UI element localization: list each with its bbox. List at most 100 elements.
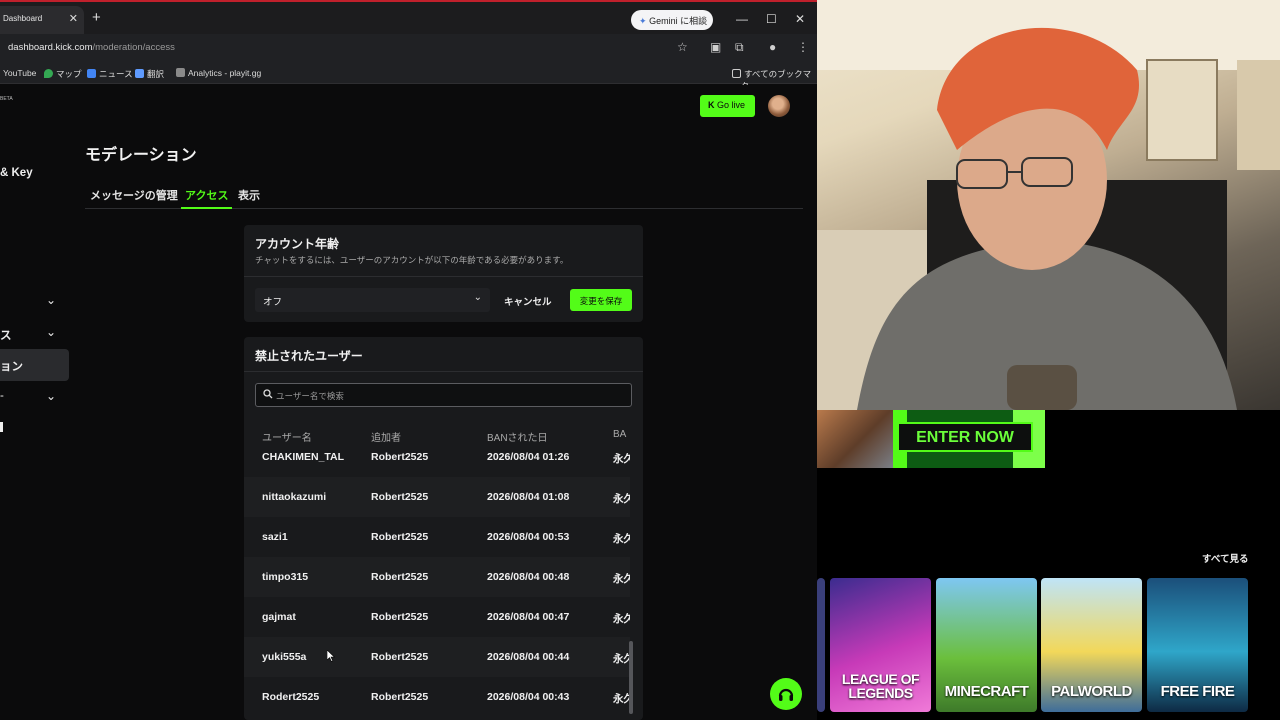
table-row[interactable]: Rodert2525 Robert2525 2026/08/04 00:43 永… bbox=[244, 677, 630, 714]
game-card-minecraft[interactable]: MINECRAFT bbox=[936, 578, 1037, 712]
minimize-icon[interactable]: — bbox=[736, 12, 748, 26]
game-title: PALWORLD bbox=[1051, 683, 1132, 700]
sidebar-item-access-group[interactable]: ス bbox=[0, 327, 12, 343]
streamer-image bbox=[817, 0, 1280, 410]
bookmark-analytics[interactable]: Analytics - playit.gg bbox=[176, 68, 261, 78]
column-header-username[interactable]: ユーザー名 bbox=[262, 429, 312, 444]
active-tab-indicator bbox=[181, 207, 232, 209]
dashboard-page: BETA & Key ⌄ ス ⌄ ョン - ⌄ K Go live モデレーショ… bbox=[0, 85, 817, 720]
url-text[interactable]: dashboard.kick.com/moderation/access bbox=[8, 42, 175, 53]
kick-icon: K bbox=[708, 100, 715, 110]
game-card-league-of-legends[interactable]: LEAGUE OF LEGENDS bbox=[830, 578, 931, 712]
browser-tab[interactable]: Dashboard ✕ bbox=[0, 6, 84, 34]
cell-date: 2026/08/04 01:26 bbox=[487, 451, 570, 463]
cell-duration: 永久 bbox=[613, 453, 630, 465]
cell-duration: 永久 bbox=[613, 573, 630, 585]
cell-duration: 永久 bbox=[613, 613, 630, 625]
game-title: FREE FIRE bbox=[1160, 683, 1235, 700]
game-card-palworld[interactable]: PALWORLD bbox=[1041, 578, 1142, 712]
cell-added-by: Robert2525 bbox=[371, 691, 429, 703]
tab-display[interactable]: 表示 bbox=[238, 187, 260, 203]
menu-icon[interactable]: ⋮ bbox=[797, 40, 809, 54]
cell-duration: 永久 bbox=[613, 693, 630, 705]
enter-now-button[interactable]: ENTER NOW bbox=[897, 422, 1033, 452]
bookmark-news[interactable]: ニュース bbox=[87, 68, 133, 80]
game-card-partial[interactable] bbox=[817, 578, 825, 712]
cell-username: CHAKIMEN_TAL bbox=[262, 451, 345, 463]
table-row[interactable]: nittaokazumi Robert2525 2026/08/04 01:08… bbox=[244, 477, 630, 517]
close-tab-icon[interactable]: ✕ bbox=[69, 12, 78, 25]
tab-access[interactable]: アクセス bbox=[185, 187, 228, 203]
url-domain: dashboard.kick.com bbox=[8, 42, 93, 53]
maps-icon bbox=[44, 69, 53, 78]
cell-username: timpo315 bbox=[262, 571, 309, 583]
sidebar-item-dash[interactable]: - bbox=[0, 390, 4, 402]
chevron-down-icon[interactable]: ⌄ bbox=[46, 389, 56, 403]
bookmark-maps[interactable]: マップ bbox=[44, 68, 82, 80]
bookmark-translate[interactable]: 翻訳 bbox=[135, 68, 164, 80]
analytics-icon bbox=[176, 68, 185, 77]
tab-message-management[interactable]: メッセージの管理 bbox=[90, 187, 178, 203]
see-all-link[interactable]: すべて見る bbox=[1202, 551, 1248, 565]
extensions-icon[interactable]: ⧉ bbox=[735, 40, 744, 55]
table-row[interactable]: sazi1 Robert2525 2026/08/04 00:53 永久 bbox=[244, 517, 630, 557]
game-card-free-fire[interactable]: FREE FIRE bbox=[1147, 578, 1248, 712]
avatar[interactable] bbox=[768, 95, 790, 117]
cell-added-by: Robert2525 bbox=[371, 451, 429, 463]
bookmark-star-icon[interactable]: ☆ bbox=[677, 40, 688, 54]
ad-banner[interactable]: ENTER NOW bbox=[817, 410, 1045, 468]
account-age-select[interactable]: オフ ⌄ bbox=[255, 288, 490, 312]
gemini-label: Gemini に相談 bbox=[649, 16, 708, 26]
cell-duration: 永久 bbox=[613, 653, 630, 665]
table-row[interactable]: yuki555a Robert2525 2026/08/04 00:44 永久 bbox=[244, 637, 630, 677]
table-row[interactable]: timpo315 Robert2525 2026/08/04 00:48 永久 bbox=[244, 557, 630, 597]
cell-duration: 永久 bbox=[613, 493, 630, 505]
beta-badge: BETA bbox=[0, 96, 13, 102]
address-bar[interactable]: dashboard.kick.com/moderation/access ☆ ▣… bbox=[0, 34, 817, 62]
search-icon bbox=[263, 389, 273, 399]
ad-artwork bbox=[817, 410, 893, 468]
cell-date: 2026/08/04 00:48 bbox=[487, 571, 570, 583]
account-age-description: チャットをするには、ユーザーのアカウントが以下の年齢である必要があります。 bbox=[255, 255, 569, 265]
webcam-feed bbox=[817, 0, 1280, 410]
folder-icon bbox=[732, 69, 741, 78]
list-scrollbar[interactable] bbox=[629, 641, 633, 714]
game-title: MINECRAFT bbox=[944, 683, 1029, 700]
search-input[interactable] bbox=[276, 388, 616, 403]
profile-icon[interactable]: ● bbox=[769, 40, 776, 54]
save-changes-button[interactable]: 変更を保存 bbox=[570, 289, 632, 311]
table-row[interactable]: CHAKIMEN_TAL Robert2525 2026/08/04 01:26… bbox=[244, 451, 630, 477]
sparkle-icon: ✦ bbox=[639, 16, 647, 26]
page-tabs: メッセージの管理 アクセス 表示 bbox=[85, 185, 803, 209]
new-tab-icon[interactable]: + bbox=[92, 9, 101, 26]
sidebar-item-moderation-label: ョン bbox=[0, 361, 23, 373]
table-row[interactable]: gajmat Robert2525 2026/08/04 00:47 永久 bbox=[244, 597, 630, 637]
close-window-icon[interactable]: ✕ bbox=[795, 12, 805, 26]
user-search[interactable] bbox=[255, 383, 632, 407]
cell-date: 2026/08/04 00:47 bbox=[487, 611, 570, 623]
sidebar-item-marker bbox=[0, 422, 3, 432]
news-icon bbox=[87, 69, 96, 78]
cast-icon[interactable]: ▣ bbox=[710, 40, 721, 54]
cancel-button[interactable]: キャンセル bbox=[504, 294, 552, 308]
go-live-button[interactable]: K Go live bbox=[700, 95, 755, 117]
maximize-icon[interactable]: ☐ bbox=[766, 12, 777, 26]
bookmark-youtube[interactable]: YouTube bbox=[3, 68, 36, 78]
browser-window: Dashboard ✕ + ✦ Gemini に相談 — ☐ ✕ dashboa… bbox=[0, 0, 817, 720]
cell-added-by: Robert2525 bbox=[371, 491, 429, 503]
cell-username: nittaokazumi bbox=[262, 491, 327, 503]
chevron-down-icon[interactable]: ⌄ bbox=[46, 325, 56, 339]
column-header-ban-type[interactable]: BA bbox=[613, 429, 626, 440]
divider bbox=[244, 276, 643, 277]
gemini-button[interactable]: ✦ Gemini に相談 bbox=[631, 10, 713, 30]
chevron-down-icon[interactable]: ⌄ bbox=[46, 293, 56, 307]
game-title: LEAGUE OF LEGENDS bbox=[841, 671, 920, 701]
column-header-banned-date[interactable]: BANされた日 bbox=[487, 429, 548, 444]
banned-users-title: 禁止されたユーザー bbox=[255, 349, 363, 363]
column-header-added-by[interactable]: 追加者 bbox=[371, 429, 401, 444]
help-chat-button[interactable] bbox=[770, 678, 802, 710]
bookmarks-bar: YouTube マップ ニュース 翻訳 Analytics - playit.g… bbox=[0, 62, 817, 91]
sidebar-item-key[interactable]: & Key bbox=[0, 167, 33, 179]
cell-username: gajmat bbox=[262, 611, 296, 623]
cell-date: 2026/08/04 00:44 bbox=[487, 651, 570, 663]
